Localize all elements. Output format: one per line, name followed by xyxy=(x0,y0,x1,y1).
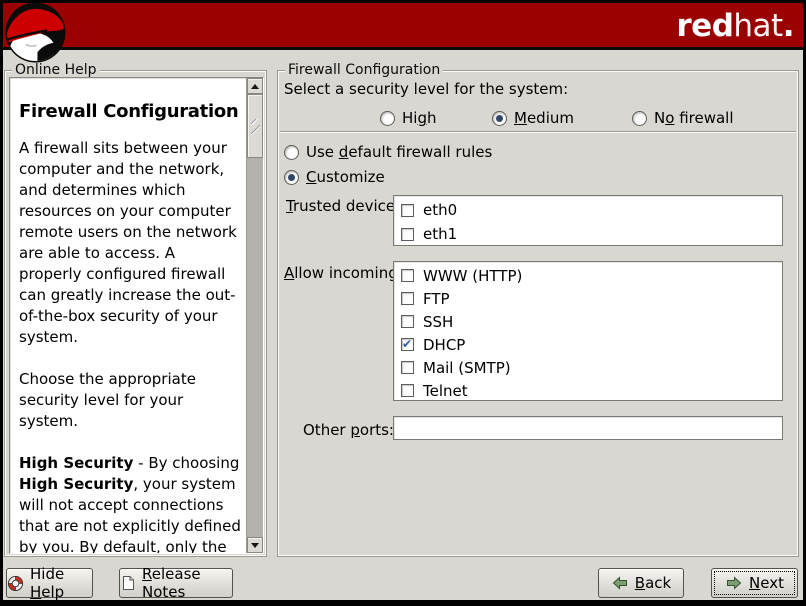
release-notes-label: Release Notes xyxy=(142,565,232,601)
triangle-down-icon xyxy=(251,543,259,548)
radio-option-no-firewall[interactable]: No firewall xyxy=(632,108,734,128)
document-icon xyxy=(120,575,136,591)
checkbox-telnet[interactable] xyxy=(401,384,414,397)
firewall-configuration-frame: Firewall Configuration Select a security… xyxy=(277,70,799,557)
hide-help-button[interactable]: Hide Help xyxy=(6,568,93,598)
scrollbar-track[interactable] xyxy=(247,94,263,537)
release-notes-button[interactable]: Release Notes xyxy=(119,568,233,598)
lifebuoy-icon xyxy=(7,575,24,592)
help-paragraph: Choose the appropriate security level fo… xyxy=(19,369,242,432)
online-help-frame: Online Help Firewall Configuration A fir… xyxy=(4,70,267,557)
radio-default-rules[interactable] xyxy=(284,145,299,160)
radio-medium[interactable] xyxy=(492,111,507,126)
list-item-eth1[interactable]: eth1 xyxy=(394,222,782,246)
next-button[interactable]: Next xyxy=(711,568,798,598)
security-level-prompt: Select a security level for the system: xyxy=(284,80,568,98)
help-text: Firewall Configuration A firewall sits b… xyxy=(10,78,246,553)
list-item-eth0[interactable]: eth0 xyxy=(394,198,782,222)
back-label: Back xyxy=(635,574,671,592)
radio-high[interactable] xyxy=(380,111,395,126)
arrow-right-icon xyxy=(725,575,743,591)
wordmark-hat: hat xyxy=(733,8,782,44)
grip-lines-icon xyxy=(251,119,260,135)
trusted-devices-list[interactable]: eth0 eth1 xyxy=(393,195,783,246)
allow-incoming-label: Allow incoming: xyxy=(284,264,403,282)
radio-customize-label: Customize xyxy=(306,168,385,186)
wordmark-red: red xyxy=(676,8,733,44)
back-button[interactable]: Back xyxy=(598,568,684,598)
check-icon: ✔ xyxy=(402,336,412,352)
checkbox-ssh[interactable] xyxy=(401,315,414,328)
checkbox-eth0[interactable] xyxy=(401,204,414,217)
list-item-label: eth1 xyxy=(423,225,457,243)
checkbox-ftp[interactable] xyxy=(401,292,414,305)
radio-high-label: High xyxy=(402,109,437,127)
radio-option-customize[interactable]: Customize xyxy=(284,167,385,187)
list-item-mail-smtp[interactable]: Mail (SMTP) xyxy=(394,356,782,379)
header-banner: redhat. xyxy=(3,3,803,50)
triangle-up-icon xyxy=(251,84,259,89)
redhat-wordmark: redhat. xyxy=(676,9,794,43)
list-item-ssh[interactable]: SSH xyxy=(394,310,782,333)
next-label: Next xyxy=(749,574,784,592)
hide-help-label: Hide Help xyxy=(30,565,92,601)
wordmark-dot: . xyxy=(783,8,794,44)
radio-option-default-rules[interactable]: Use default firewall rules xyxy=(284,142,492,162)
help-scrollbar[interactable] xyxy=(246,78,263,553)
radio-option-medium[interactable]: Medium xyxy=(492,108,574,128)
list-item-dhcp[interactable]: ✔ DHCP xyxy=(394,333,782,356)
radio-option-high[interactable]: High xyxy=(380,108,437,128)
arrow-left-icon xyxy=(611,575,629,591)
checkbox-mail-smtp[interactable] xyxy=(401,361,414,374)
radio-default-rules-label: Use default firewall rules xyxy=(306,143,492,161)
list-item-label: Telnet xyxy=(423,382,468,400)
list-item-label: WWW (HTTP) xyxy=(423,267,522,285)
scroll-up-button[interactable] xyxy=(247,78,263,94)
list-item-ftp[interactable]: FTP xyxy=(394,287,782,310)
list-item-www-http[interactable]: WWW (HTTP) xyxy=(394,264,782,287)
checkbox-www-http[interactable] xyxy=(401,269,414,282)
redhat-shadowman-logo-icon xyxy=(4,1,67,64)
checkbox-dhcp[interactable]: ✔ xyxy=(401,338,414,351)
scrollbar-thumb[interactable] xyxy=(247,94,263,158)
help-viewport: Firewall Configuration A firewall sits b… xyxy=(9,77,264,554)
list-item-label: DHCP xyxy=(423,336,465,354)
radio-customize[interactable] xyxy=(284,170,299,185)
help-paragraph: High Security - By choosing High Securit… xyxy=(19,453,242,553)
list-item-label: SSH xyxy=(423,313,453,331)
trusted-devices-label: Trusted devices: xyxy=(286,197,408,215)
list-item-label: Mail (SMTP) xyxy=(423,359,511,377)
radio-no-firewall-label: No firewall xyxy=(654,109,734,127)
allow-incoming-list[interactable]: WWW (HTTP) FTP SSH ✔ DHCP Mail (SMTP) Te… xyxy=(393,261,783,401)
help-paragraph: A firewall sits between your computer an… xyxy=(19,138,242,348)
radio-medium-label: Medium xyxy=(514,109,574,127)
checkbox-eth1[interactable] xyxy=(401,228,414,241)
scroll-down-button[interactable] xyxy=(247,537,263,553)
help-title: Firewall Configuration xyxy=(19,101,242,122)
list-item-label: FTP xyxy=(423,290,450,308)
installer-window: redhat. Online Help Firewall Configurati… xyxy=(0,0,806,606)
list-item-label: eth0 xyxy=(423,201,457,219)
horizontal-separator xyxy=(280,131,796,133)
other-ports-input[interactable] xyxy=(393,416,783,440)
list-item-telnet[interactable]: Telnet xyxy=(394,379,782,402)
radio-no-firewall[interactable] xyxy=(632,111,647,126)
other-ports-label: Other ports: xyxy=(303,421,394,439)
firewall-frame-label: Firewall Configuration xyxy=(285,62,443,79)
